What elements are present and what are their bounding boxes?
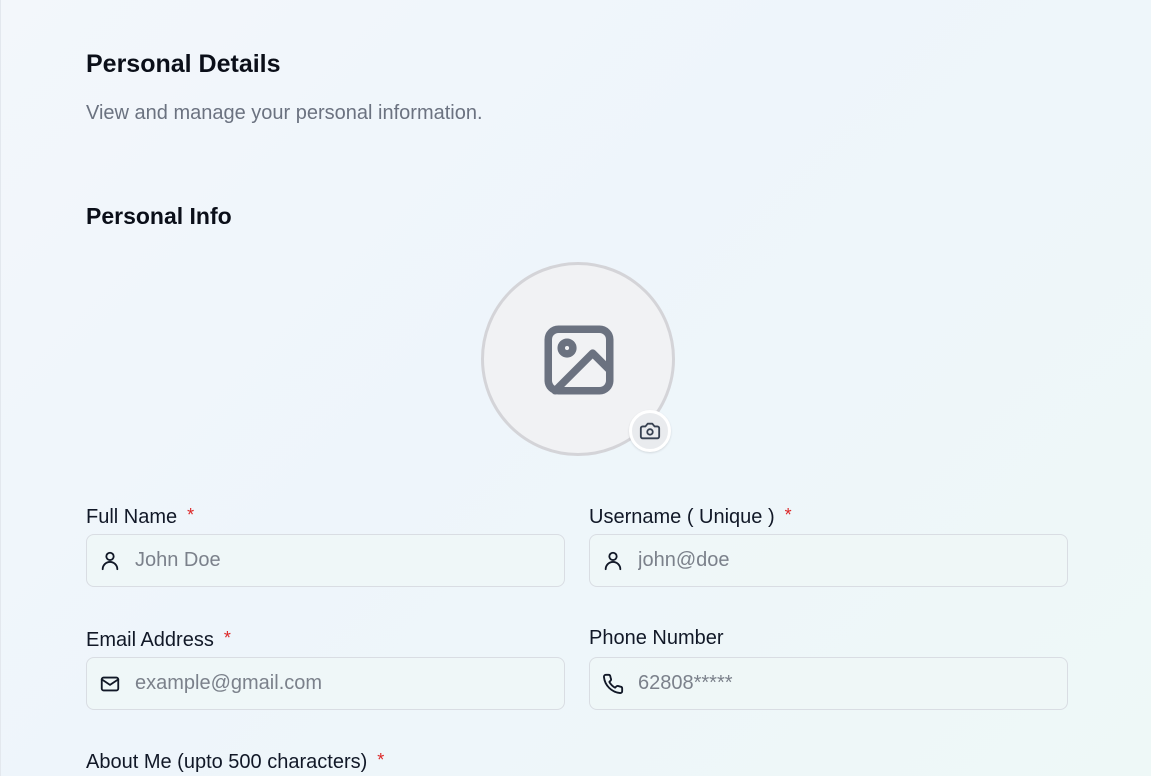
mail-icon	[100, 676, 120, 692]
username-label-wrap: Username ( Unique ) *	[589, 501, 792, 529]
about-me-label: About Me (upto 500 characters)	[86, 751, 368, 773]
image-placeholder-icon	[544, 325, 614, 395]
page-subtitle: View and manage your personal informatio…	[86, 102, 483, 124]
personal-details-page: Personal Details View and manage your pe…	[86, 0, 1068, 776]
full-name-input[interactable]	[135, 535, 545, 586]
page-title: Personal Details	[86, 49, 281, 78]
user-icon	[604, 551, 622, 571]
username-label: Username ( Unique )	[589, 506, 775, 528]
phone-input-box[interactable]	[589, 657, 1068, 710]
email-label-wrap: Email Address *	[86, 624, 231, 652]
required-marker: *	[377, 750, 385, 770]
required-marker: *	[784, 505, 792, 525]
full-name-input-box[interactable]	[86, 534, 565, 587]
email-input-box[interactable]	[86, 657, 565, 710]
profile-photo-placeholder[interactable]	[481, 262, 675, 456]
username-input[interactable]	[638, 535, 1048, 586]
required-marker: *	[223, 628, 231, 648]
phone-number-input[interactable]	[638, 658, 1048, 709]
full-name-label: Full Name	[86, 506, 178, 528]
email-address-input[interactable]	[135, 658, 545, 709]
camera-icon	[639, 422, 661, 440]
phone-number-label: Phone Number	[589, 627, 724, 649]
full-name-label-wrap: Full Name *	[86, 501, 194, 529]
section-title: Personal Info	[86, 203, 232, 230]
about-me-label-wrap: About Me (upto 500 characters) *	[86, 746, 384, 776]
email-address-label: Email Address	[86, 629, 214, 651]
phone-label-wrap: Phone Number	[589, 624, 724, 652]
change-photo-button[interactable]	[629, 410, 671, 452]
required-marker: *	[187, 505, 195, 525]
left-edge-divider	[0, 0, 1, 776]
user-icon	[101, 551, 119, 571]
phone-icon	[603, 673, 624, 694]
username-input-box[interactable]	[589, 534, 1068, 587]
